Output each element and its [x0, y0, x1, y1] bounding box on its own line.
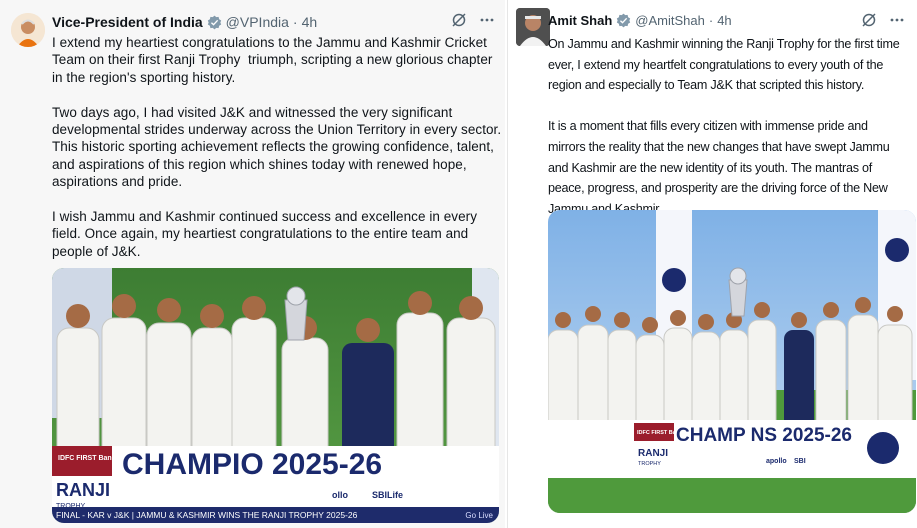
tweet-text: I extend my heartiest congratulations to… — [52, 35, 502, 259]
tweet-vp-india[interactable]: Vice-President of India @VPIndia · 4h I … — [0, 0, 505, 528]
tweet-amit-shah[interactable]: Amit Shah @AmitShah · 4h On Jammu and Ka… — [507, 0, 917, 528]
sponsor-trophy: TROPHY — [638, 461, 661, 467]
banner-champions: CHAMP NS 2025-26 — [676, 425, 852, 446]
sponsor-ranji: RANJI — [638, 448, 668, 459]
avatar[interactable] — [11, 13, 45, 47]
author-name[interactable]: Amit Shah — [548, 13, 612, 28]
verified-badge-icon — [617, 13, 631, 28]
author-name[interactable]: Vice-President of India — [52, 14, 203, 30]
broadcast-ticker: FINAL - KAR v J&K | JAMMU & KASHMIR WINS… — [52, 507, 499, 523]
author-handle[interactable]: @VPIndia — [226, 14, 289, 30]
sponsor-sbi: SBILife — [372, 490, 403, 500]
sponsor-apollo: apollo — [766, 458, 787, 465]
grok-icon[interactable] — [861, 12, 877, 28]
verified-badge-icon — [207, 15, 221, 29]
celebration-photo: IDFC FIRST Bank RANJI TROPHY CHAMPIO 202… — [52, 268, 499, 523]
timestamp[interactable]: 4h — [302, 14, 318, 30]
sponsor-apollo: ollo — [332, 490, 348, 500]
tweet-header: Vice-President of India @VPIndia · 4h — [52, 14, 317, 30]
avatar[interactable] — [516, 8, 550, 46]
more-icon[interactable] — [479, 12, 495, 28]
separator-dot: · — [708, 13, 714, 28]
tweet-photo[interactable]: IDFC FIRST Bank RANJI TROPHY CHAMP NS 20… — [548, 210, 916, 513]
celebration-photo: IDFC FIRST Bank RANJI TROPHY CHAMP NS 20… — [548, 210, 916, 513]
separator-dot: · — [292, 14, 298, 30]
timestamp[interactable]: 4h — [717, 13, 731, 28]
tweet-header: Amit Shah @AmitShah · 4h — [548, 13, 732, 28]
go-live-label: Go Live — [465, 510, 493, 520]
tweet-text: On Jammu and Kashmir winning the Ranji T… — [548, 37, 900, 216]
sponsor-ranji: RANJI — [56, 480, 110, 500]
banner-champions: CHAMPIO 2025-26 — [122, 448, 382, 481]
sponsor-idfc: IDFC FIRST Bank — [58, 455, 116, 462]
ticker-text: FINAL - KAR v J&K | JAMMU & KASHMIR WINS… — [56, 510, 358, 520]
author-handle[interactable]: @AmitShah — [635, 13, 705, 28]
grok-icon[interactable] — [451, 12, 467, 28]
tweet-actions — [861, 12, 905, 28]
more-icon[interactable] — [889, 12, 905, 28]
sponsor-sbi: SBI — [794, 458, 806, 465]
tweet-photo[interactable]: IDFC FIRST Bank RANJI TROPHY CHAMPIO 202… — [52, 268, 499, 523]
tweet-actions — [451, 12, 495, 28]
